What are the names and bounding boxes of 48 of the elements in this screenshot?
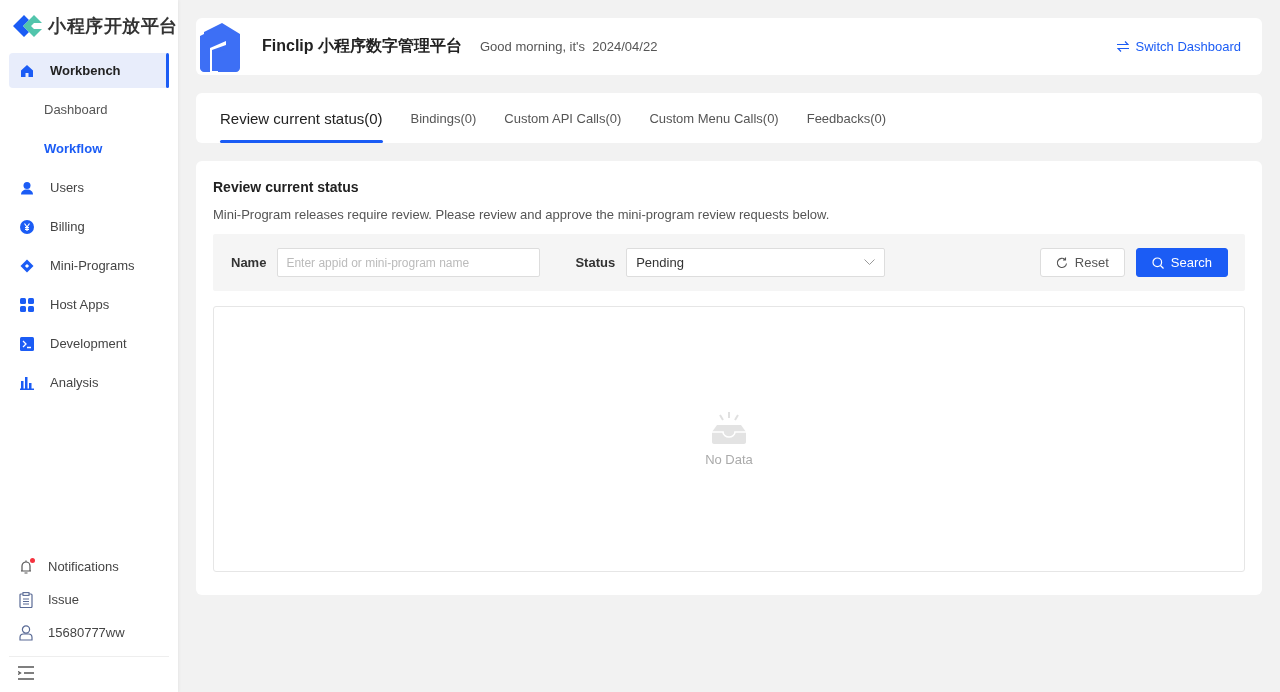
yen-icon (20, 219, 34, 234)
tab[interactable]: Feedbacks(0) (792, 93, 901, 143)
greeting-text: Good morning, it's 2024/04/22 (480, 39, 658, 54)
bar-chart-icon (20, 375, 34, 390)
nav-item[interactable]: 15680777ww (0, 616, 178, 649)
terminal-icon (20, 336, 34, 351)
logo-text: 小程序开放平台 (48, 15, 178, 38)
reload-icon (1055, 256, 1068, 269)
search-icon (1151, 256, 1164, 269)
switch-dashboard-link[interactable]: Switch Dashboard (1116, 39, 1241, 54)
nav-subitem[interactable]: Workflow (0, 131, 178, 166)
field-label: Status (575, 255, 616, 270)
nav-item[interactable]: Workbench (9, 53, 169, 88)
status-select[interactable]: Pending (626, 248, 886, 277)
logo-icon (12, 14, 43, 38)
reset-button[interactable]: Reset (1039, 248, 1125, 277)
nav-item[interactable]: Notifications (0, 550, 178, 583)
app-title: Finclip 小程序数字管理平台 (262, 36, 462, 56)
section-title: Review current status (213, 179, 360, 195)
nav-item[interactable]: Users (9, 170, 169, 205)
tab[interactable]: Review current status(0) (220, 93, 397, 143)
nav-item[interactable]: Development (9, 326, 169, 361)
search-button[interactable]: Search (1135, 248, 1228, 277)
tab[interactable]: Custom API Calls(0) (490, 93, 636, 143)
user-icon (19, 624, 33, 641)
diamond-icon (20, 258, 34, 273)
tab[interactable]: Bindings(0) (396, 93, 491, 143)
name-input-field[interactable]: Enter appid or mini-program name (277, 248, 541, 277)
collapse-menu-icon[interactable] (18, 666, 34, 680)
nav-item[interactable]: Host Apps (9, 287, 169, 322)
nav-subitem[interactable]: Dashboard (0, 92, 178, 127)
field-label: Name (231, 255, 267, 270)
nav-item[interactable]: Mini-Programs (9, 248, 169, 283)
unread-dot (30, 557, 35, 563)
swap-arrows-icon (1116, 41, 1129, 52)
nav-item[interactable]: Analysis (9, 365, 169, 400)
nav-item[interactable]: Billing (9, 209, 169, 244)
tab[interactable]: Custom Menu Calls(0) (635, 93, 793, 143)
nav-item[interactable]: Issue (0, 583, 178, 616)
bell-icon (18, 558, 34, 575)
grid-icon (20, 297, 34, 312)
section-description: Mini-Program releases require review. Please review and approve the mini-program review requests below. (213, 207, 831, 222)
home-icon (20, 63, 34, 78)
empty-state-text: No Data (705, 451, 753, 467)
clipboard-icon (19, 591, 33, 608)
empty-inbox-icon (711, 411, 747, 444)
chevron-down-icon (864, 259, 876, 266)
user-icon (20, 180, 34, 195)
